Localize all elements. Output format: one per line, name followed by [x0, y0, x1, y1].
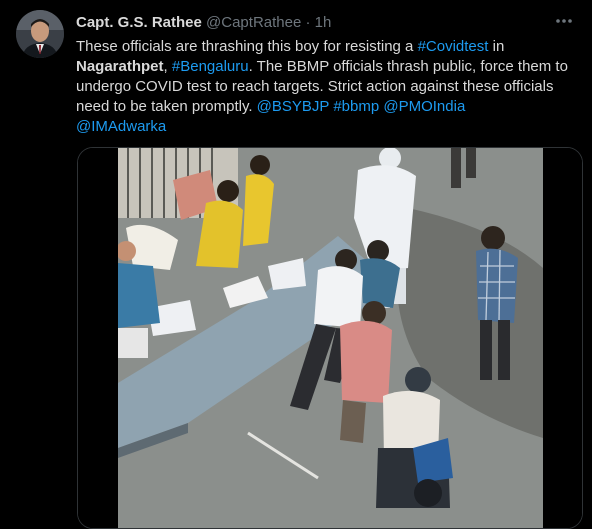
user-handle[interactable]: @CaptRathee	[206, 14, 301, 31]
text-part-3: ,	[163, 58, 172, 75]
text-part-2: in	[488, 38, 505, 55]
tweet-text: These officials are thrashing this boy f…	[76, 37, 586, 137]
separator-dot: ·	[305, 14, 311, 31]
profile-photo	[16, 10, 64, 58]
mention-bsybjp[interactable]: @BSYBJP	[257, 98, 329, 115]
video-frame	[78, 148, 582, 528]
video-player[interactable]	[77, 147, 583, 529]
tweet-header: Capt. G.S. Rathee @CaptRathee · 1h	[76, 13, 552, 33]
more-options-button[interactable]	[550, 10, 578, 32]
hashtag-bengaluru[interactable]: #Bengaluru	[172, 58, 249, 75]
timestamp[interactable]: 1h	[315, 14, 332, 31]
text-part-1: These officials are thrashing this boy f…	[76, 38, 418, 55]
avatar[interactable]	[16, 10, 64, 58]
place-name: Nagarathpet	[76, 58, 164, 75]
mention-imadwarka[interactable]: @IMAdwarka	[76, 118, 166, 135]
display-name[interactable]: Capt. G.S. Rathee	[76, 14, 202, 31]
hashtag-covidtest[interactable]: #Covidtest	[418, 38, 489, 55]
hashtag-bbmp[interactable]: #bbmp	[333, 98, 379, 115]
mention-pmoindia[interactable]: @PMOIndia	[383, 98, 465, 115]
more-horizontal-icon	[556, 19, 572, 23]
